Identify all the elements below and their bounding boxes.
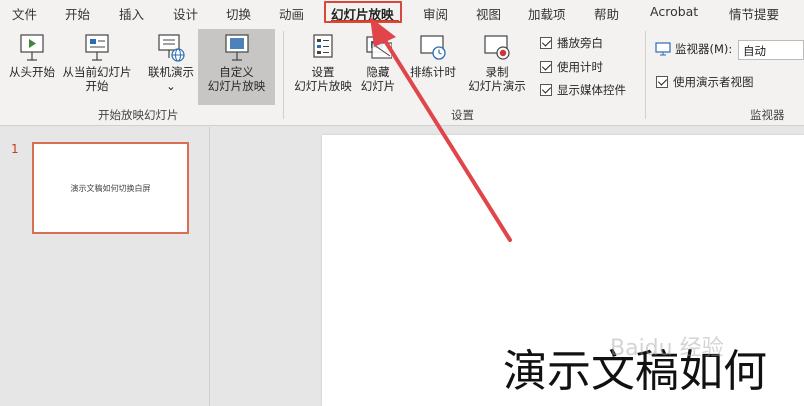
play-narrations-checkbox[interactable]: 播放旁白 <box>540 35 603 51</box>
tab-storyboard[interactable]: 情节提要 <box>729 4 779 23</box>
setup-slideshow-label-1: 设置 <box>311 65 335 79</box>
presenter-view-label: 使用演示者视图 <box>673 75 754 89</box>
online-present-button[interactable]: 联机演示 ⌄ <box>143 33 199 93</box>
online-present-dropdown-icon: ⌄ <box>166 79 176 93</box>
from-current-button[interactable]: 从当前幻灯片 开始 <box>60 33 134 93</box>
tab-animations[interactable]: 动画 <box>279 4 304 23</box>
checkbox-checked-icon <box>656 76 668 88</box>
use-timings-label: 使用计时 <box>557 60 603 74</box>
present-from-start-icon <box>20 34 44 61</box>
tab-insert[interactable]: 插入 <box>119 4 144 23</box>
tab-transitions[interactable]: 切换 <box>226 4 251 23</box>
hide-slide-label-2: 幻灯片 <box>360 79 396 93</box>
record-slideshow-label-1: 录制 <box>485 65 509 79</box>
tab-review[interactable]: 审阅 <box>423 4 448 23</box>
thumbnail-text: 演示文稿如何切换白屏 <box>70 183 151 193</box>
custom-slideshow-icon <box>224 34 249 61</box>
ribbon-tab-bar: 文件 开始 插入 设计 切换 动画 幻灯片放映 审阅 视图 加载项 帮助 Acr… <box>0 0 804 25</box>
checkbox-checked-icon <box>540 61 552 73</box>
monitor-label-row: 监视器(M): <box>655 41 732 57</box>
group-divider <box>283 31 284 119</box>
tab-home[interactable]: 开始 <box>65 4 90 23</box>
custom-slideshow-button[interactable]: 自定义 幻灯片放映 <box>198 29 275 105</box>
hide-slide-icon <box>366 36 392 59</box>
monitor-label: 监视器(M): <box>675 42 733 56</box>
annotation-highlight-box <box>324 1 402 23</box>
group-label-setup: 设置 <box>451 108 474 122</box>
rehearse-timings-label: 排练计时 <box>410 65 456 79</box>
play-narrations-label: 播放旁白 <box>557 36 603 50</box>
from-current-label-2: 开始 <box>85 79 109 93</box>
tab-view[interactable]: 视图 <box>476 4 501 23</box>
from-beginning-label: 从头开始 <box>9 65 55 79</box>
show-media-controls-checkbox[interactable]: 显示媒体控件 <box>540 82 626 98</box>
online-present-label: 联机演示 <box>148 65 194 79</box>
rehearse-timings-button[interactable]: 排练计时 <box>405 33 461 79</box>
slide-thumbnail-pane: 1 演示文稿如何切换白屏 <box>0 127 210 406</box>
from-current-label-1: 从当前幻灯片 <box>62 65 132 79</box>
setup-slideshow-label-2: 幻灯片放映 <box>294 79 352 93</box>
presenter-view-checkbox[interactable]: 使用演示者视图 <box>656 74 754 90</box>
from-beginning-button[interactable]: 从头开始 <box>6 33 58 79</box>
show-media-controls-label: 显示媒体控件 <box>557 83 626 97</box>
monitor-select[interactable]: 自动 <box>738 40 804 60</box>
custom-slideshow-label-1: 自定义 <box>219 65 254 79</box>
custom-slideshow-label-2: 幻灯片放映 <box>207 79 266 93</box>
setup-slideshow-icon <box>313 34 333 58</box>
online-present-icon <box>158 34 185 62</box>
group-divider <box>645 31 646 119</box>
tab-design[interactable]: 设计 <box>173 4 198 23</box>
slide-canvas[interactable]: 演示文稿如何 <box>322 135 804 406</box>
group-label-start-slideshow: 开始放映幻灯片 <box>98 108 179 122</box>
present-from-current-icon <box>85 34 109 61</box>
monitor-icon <box>655 42 671 56</box>
checkbox-checked-icon <box>540 37 552 49</box>
tab-file[interactable]: 文件 <box>12 4 37 23</box>
setup-slideshow-button[interactable]: 设置 幻灯片放映 <box>292 33 354 93</box>
record-slideshow-button[interactable]: 录制 幻灯片演示 <box>460 33 534 93</box>
checkbox-checked-icon <box>540 84 552 96</box>
hide-slide-label-1: 隐藏 <box>366 65 390 79</box>
hide-slide-button[interactable]: 隐藏 幻灯片 <box>357 33 399 93</box>
ribbon-slideshow: 从头开始 从当前幻灯片 开始 联机演示 ⌄ 自定义 幻灯片放映 开始放映幻灯片 … <box>0 25 804 126</box>
record-slideshow-label-2: 幻灯片演示 <box>468 79 526 93</box>
slide-thumbnail[interactable]: 演示文稿如何切换白屏 <box>32 142 189 234</box>
record-icon <box>484 35 510 60</box>
watermark: Baidu 经验 <box>610 336 724 361</box>
use-timings-checkbox[interactable]: 使用计时 <box>540 59 603 75</box>
group-label-monitor: 监视器 <box>750 108 785 122</box>
tab-help[interactable]: 帮助 <box>594 4 619 23</box>
slide-number: 1 <box>11 142 19 156</box>
tab-acrobat[interactable]: Acrobat <box>650 4 698 19</box>
tab-addins[interactable]: 加载项 <box>528 4 566 23</box>
rehearse-timings-icon <box>420 35 446 60</box>
